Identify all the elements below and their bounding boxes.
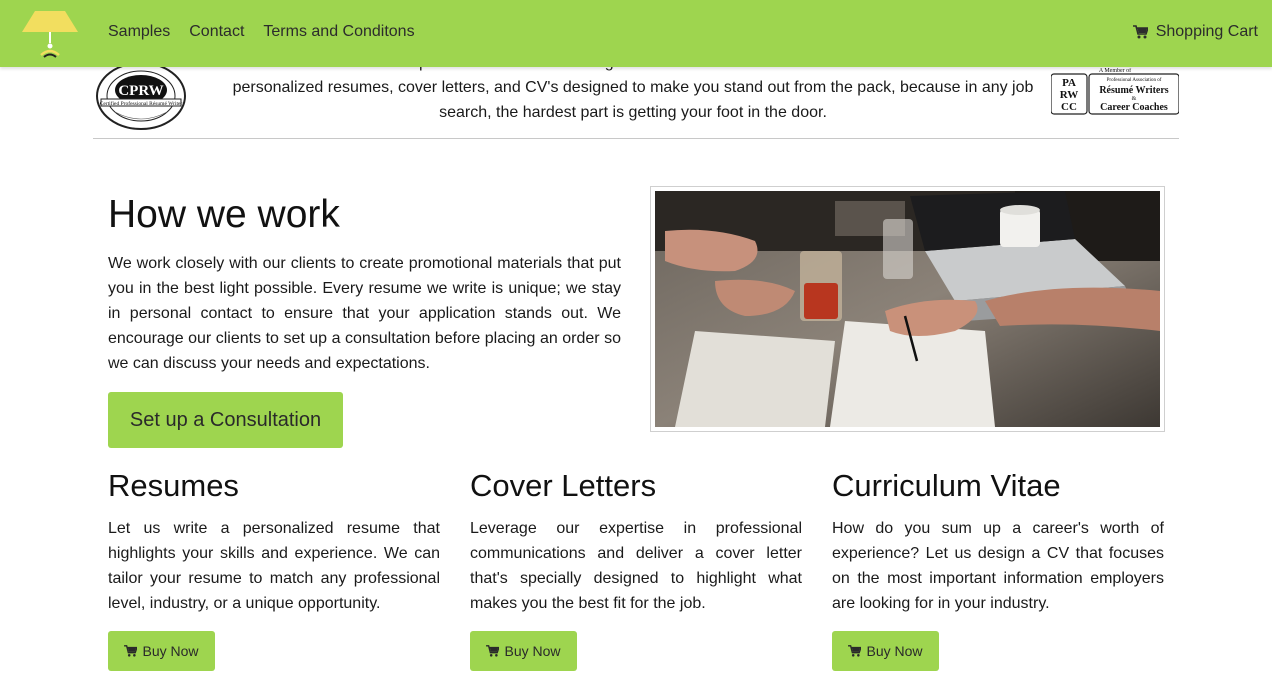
buy-now-label: Buy Now xyxy=(504,643,561,659)
shopping-cart-label: Shopping Cart xyxy=(1155,23,1258,40)
how-we-work-text: We work closely with our clients to crea… xyxy=(108,255,621,372)
service-text: Let us write a personalized resume that … xyxy=(108,520,440,612)
svg-text:Certified Professional Résumé: Certified Professional Résumé Writer xyxy=(100,100,183,107)
service-cv: Curriculum Vitae How do you sum up a car… xyxy=(832,466,1164,616)
shopping-cart-icon xyxy=(848,645,862,657)
buy-now-label: Buy Now xyxy=(866,643,923,659)
service-cover-letters: Cover Letters Leverage our expertise in … xyxy=(470,466,802,616)
buy-now-cover-letters-button[interactable]: Buy Now xyxy=(470,631,577,671)
service-text: How do you sum up a career's worth of ex… xyxy=(832,520,1164,612)
work-photo-image xyxy=(655,191,1160,427)
consultation-button[interactable]: Set up a Consultation xyxy=(108,392,343,448)
service-title: Cover Letters xyxy=(470,468,657,503)
service-text: Leverage our expertise in professional c… xyxy=(470,520,802,612)
cprw-seal-logo: CPRW Certified Professional Résumé Write… xyxy=(96,62,186,130)
lamp-logo-icon[interactable] xyxy=(20,8,80,60)
nav-link-contact[interactable]: Contact xyxy=(189,22,244,42)
svg-text:Professional Association of: Professional Association of xyxy=(1107,78,1162,83)
shopping-cart-icon xyxy=(1132,25,1148,39)
buy-now-cv-button[interactable]: Buy Now xyxy=(832,631,939,671)
svg-text:RW: RW xyxy=(1060,89,1079,101)
work-photo xyxy=(650,186,1165,432)
shopping-cart-icon xyxy=(486,645,500,657)
svg-text:Career Coaches: Career Coaches xyxy=(1100,102,1168,113)
top-navbar: Samples Contact Terms and Conditons Shop… xyxy=(0,0,1272,67)
nav-links: Samples Contact Terms and Conditons xyxy=(108,22,434,42)
service-resumes: Resumes Let us write a personalized resu… xyxy=(108,466,440,616)
nav-link-terms[interactable]: Terms and Conditons xyxy=(263,22,414,42)
svg-text:PA: PA xyxy=(1062,77,1076,89)
buy-now-resumes-button[interactable]: Buy Now xyxy=(108,631,215,671)
how-we-work-heading: How we work xyxy=(108,193,340,236)
parwcc-member-logo: PA RW CC A Member of Professional Associ… xyxy=(1051,68,1179,115)
service-title: Resumes xyxy=(108,468,239,503)
nav-link-samples[interactable]: Samples xyxy=(108,22,170,42)
service-title: Curriculum Vitae xyxy=(832,468,1061,503)
svg-text:Résumé Writers: Résumé Writers xyxy=(1099,85,1168,96)
shopping-cart-link[interactable]: Shopping Cart xyxy=(1132,22,1258,42)
svg-text:CPRW: CPRW xyxy=(118,83,163,99)
svg-text:CC: CC xyxy=(1061,101,1077,113)
shopping-cart-icon xyxy=(124,645,138,657)
buy-now-label: Buy Now xyxy=(142,643,199,659)
svg-text:A Member of: A Member of xyxy=(1099,68,1131,74)
